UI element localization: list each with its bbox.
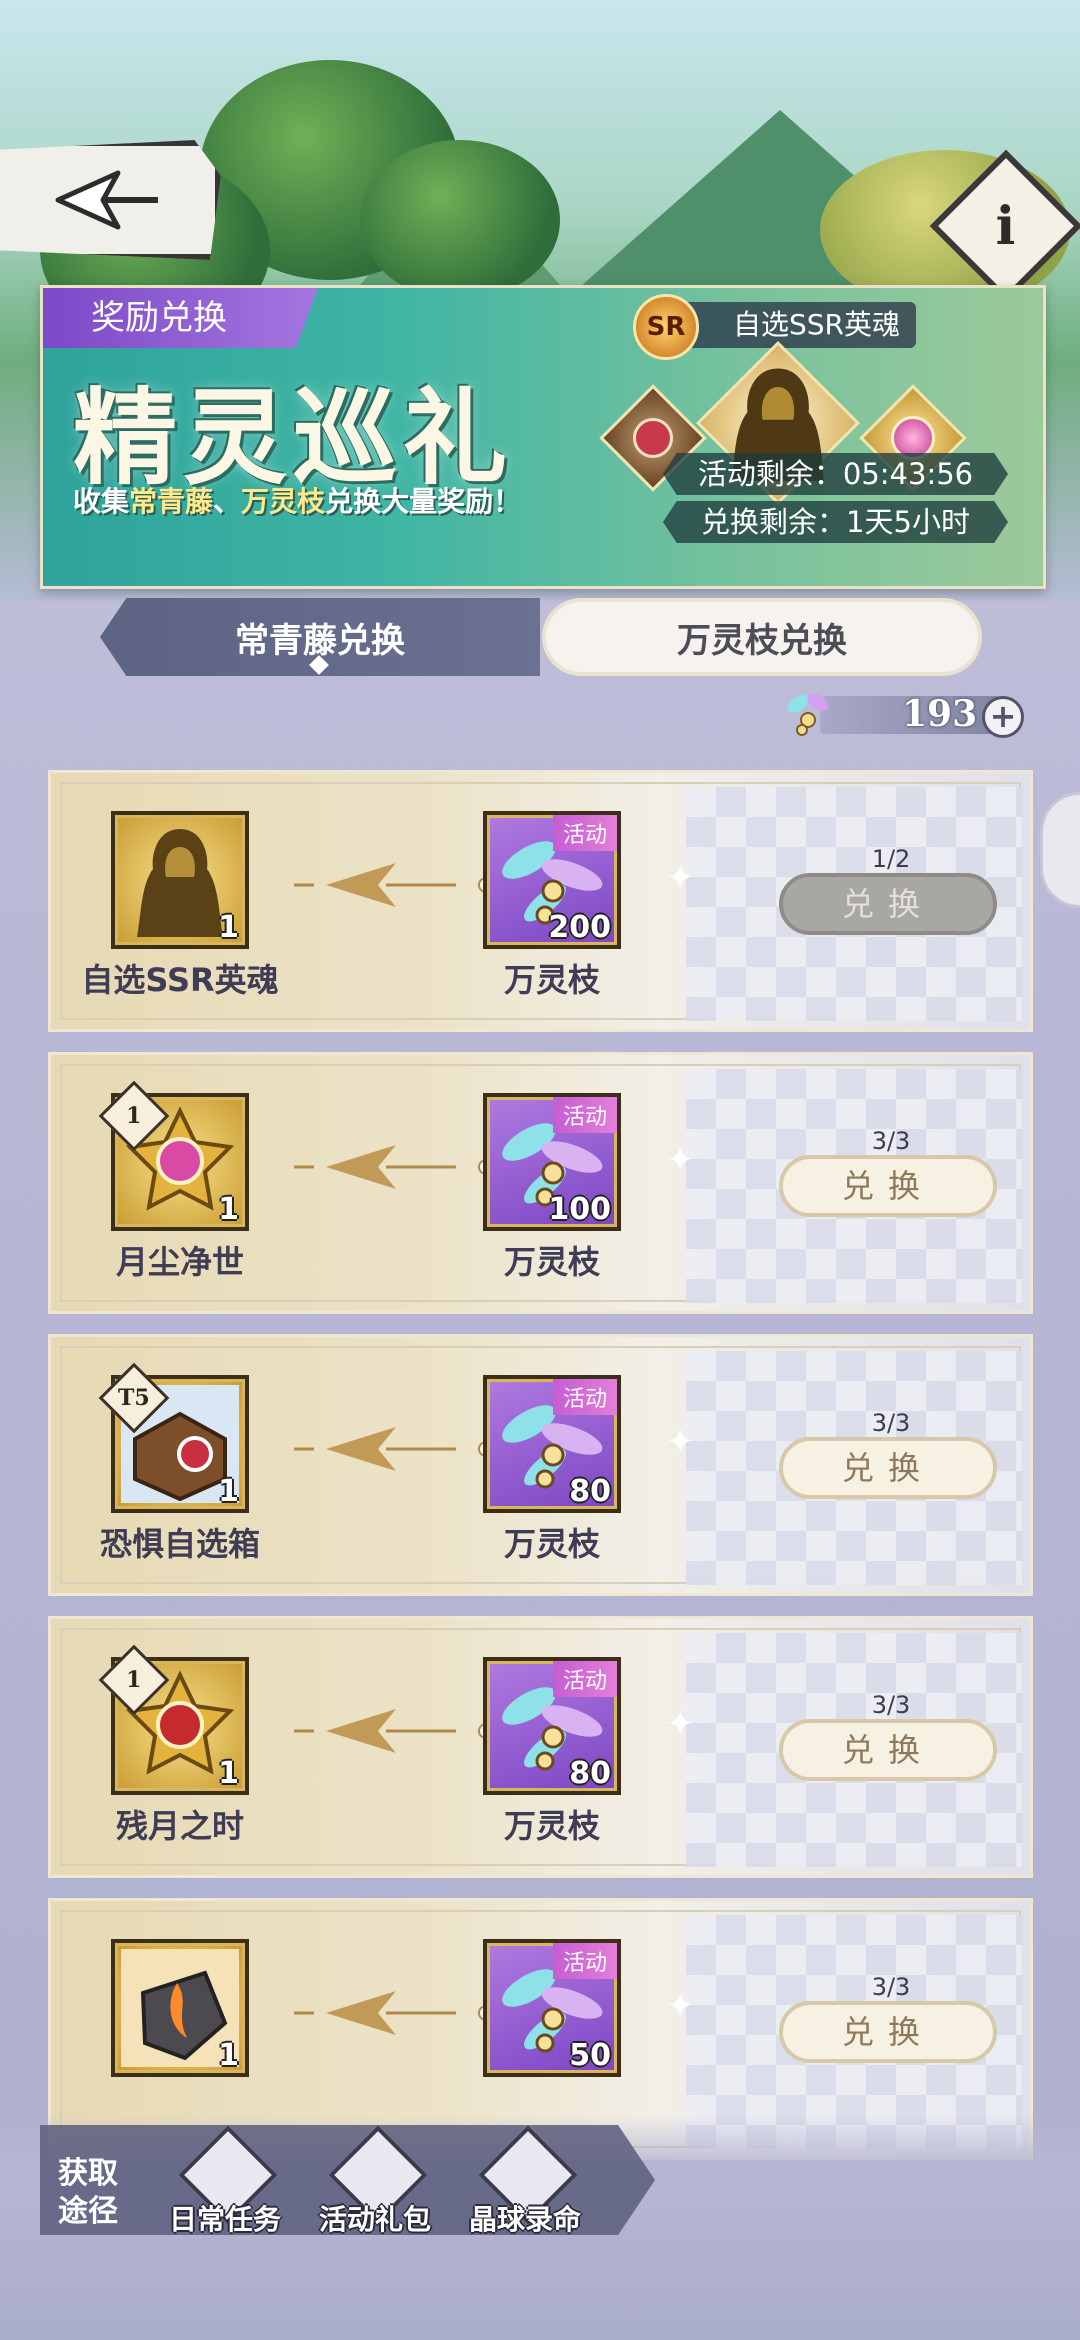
cost-item[interactable]: 活动 80 [483,1375,621,1513]
source-event-pack-label: 活动礼包 [318,2203,431,2236]
back-button[interactable] [0,140,221,260]
reward-label: 月尘净世 [115,1243,244,1281]
exchange-limit: 1/2 [871,845,911,873]
sparkle-icon: ✦ [666,1704,695,1744]
cost-item[interactable]: 活动 200 [483,811,621,949]
reward-label: 自选SSR英魂 [81,961,279,999]
sparkle-icon: ✦ [666,1140,695,1180]
event-badge: 活动 [552,1379,617,1415]
reward-item[interactable]: 1 [111,811,249,949]
cost-count: 50 [569,2038,611,2073]
cost-count: 80 [569,1756,611,1791]
sparkle-icon: ✦ [666,1986,695,2026]
source-event-pack-button[interactable]: 活动礼包 [310,2125,440,2250]
exchange-button[interactable]: 兑换 [779,1155,997,1217]
tab-spirit-branch-exchange[interactable]: 万灵枝兑换 [542,598,982,676]
activity-timer-value: 05:43:56 [842,457,974,491]
exchange-limit: 3/3 [871,1409,911,1437]
tier-text: 1 [126,1667,142,1693]
event-badge: 活动 [552,1661,617,1697]
cost-count: 100 [548,1192,611,1227]
add-currency-button[interactable]: + [982,696,1024,738]
info-icon: i [996,195,1016,257]
exchange-arrow-icon [294,1709,494,1753]
tier-text: T5 [118,1385,150,1411]
cost-count: 80 [569,1474,611,1509]
activity-timer-label: 活动剩余： [697,457,843,491]
exchange-button[interactable]: 兑换 [779,1719,997,1781]
cost-label: 万灵枝 [503,1243,600,1281]
exchange-row: 1 1 残月之时 活动 80 万灵枝 ✦ 3/3 兑换 [48,1616,1033,1878]
reward-count: 1 [218,2038,239,2073]
subtitle-highlight: 常青藤 [129,485,214,518]
back-arrow-icon [55,170,158,230]
subtitle-highlight: 万灵枝 [241,485,326,518]
currency-value: 193 [902,693,978,735]
source-crystal-orb-button[interactable]: 晶球录命 [460,2125,590,2250]
reward-item[interactable]: 1 1 [98,1080,249,1231]
exchange-timer-value: 1天5小时 [846,505,970,539]
reward-item[interactable]: 1 [111,1939,249,2077]
exchange-row: 1 1 月尘净世 活动 100 万灵枝 ✦ 3/3 兑换 [48,1052,1033,1314]
reward-label: 残月之时 [115,1807,244,1845]
reward-count: 1 [218,1474,239,1509]
cost-item[interactable]: 活动 100 [483,1093,621,1231]
cost-label: 万灵枝 [503,961,600,999]
reward-count: 1 [218,910,239,945]
tree-canopy [360,140,560,300]
source-daily-mission-label: 日常任务 [168,2203,281,2236]
sparkle-icon: ✦ [666,858,695,898]
subtitle-text: 收集 [73,485,130,518]
sparkle-icon: ✦ [666,1422,695,1462]
exchange-arrow-icon [294,863,494,907]
reward-count: 1 [218,1756,239,1791]
cost-item[interactable]: 活动 50 [483,1939,621,2077]
cost-item[interactable]: 活动 80 [483,1657,621,1795]
exchange-limit: 3/3 [871,1973,911,2001]
exchange-timer-label: 兑换剩余： [701,505,847,539]
exchange-row: 1 自选SSR英魂 活动 200 万灵枝 ✦ 1/2 兑换 [48,770,1033,1032]
banner-subtitle: 收集常青藤、万灵枝兑换大量奖励！ [73,480,521,520]
event-badge: 活动 [552,1943,617,1979]
spirit-branch-icon [787,693,829,736]
exchange-row: 1 T5 恐惧自选箱 活动 80 万灵枝 ✦ 3/3 兑换 [48,1334,1033,1596]
exchange-button[interactable]: 兑换 [779,2001,997,2063]
ssr-badge-icon: SR [633,294,699,360]
exchange-arrow-icon [294,1145,494,1189]
reward-item[interactable]: 1 T5 [98,1362,249,1513]
tier-text: 1 [126,1103,142,1129]
event-badge: 活动 [552,815,617,851]
source-daily-mission-button[interactable]: 日常任务 [160,2125,290,2250]
cost-label: 万灵枝 [503,1525,600,1563]
source-crystal-orb-label: 晶球录命 [468,2203,581,2236]
exchange-timer: 兑换剩余：1天5小时 [663,501,1008,543]
exchange-arrow-icon [294,1427,494,1471]
exchange-arrow-icon [294,1991,494,2035]
reward-label: 恐惧自选箱 [99,1525,260,1563]
exchange-button[interactable]: 兑换 [779,873,997,935]
event-banner: 奖励兑换 精灵巡礼 收集常青藤、万灵枝兑换大量奖励！ 自选SSR英魂 SR 活动… [40,285,1046,589]
side-panel-tab[interactable] [1040,792,1080,908]
ssr-chip: 自选SSR英魂 [661,302,916,348]
exchange-limit: 3/3 [871,1127,911,1155]
reward-count: 1 [218,1192,239,1227]
banner-tag: 奖励兑换 [43,288,318,348]
cost-label: 万灵枝 [503,1807,600,1845]
source-label: 获取途径 [58,2156,118,2229]
exchange-tabs: 常青藤兑换 万灵枝兑换 [100,598,982,676]
cost-count: 200 [548,910,611,945]
event-badge: 活动 [552,1097,617,1133]
exchange-limit: 3/3 [871,1691,911,1719]
activity-timer: 活动剩余：05:43:56 [663,453,1008,495]
exchange-button[interactable]: 兑换 [779,1437,997,1499]
reward-item[interactable]: 1 1 [98,1644,249,1795]
subtitle-text: 兑换大量奖励！ [325,485,522,518]
currency-counter: 193 + [782,688,1027,740]
subtitle-text: 、 [213,485,242,518]
